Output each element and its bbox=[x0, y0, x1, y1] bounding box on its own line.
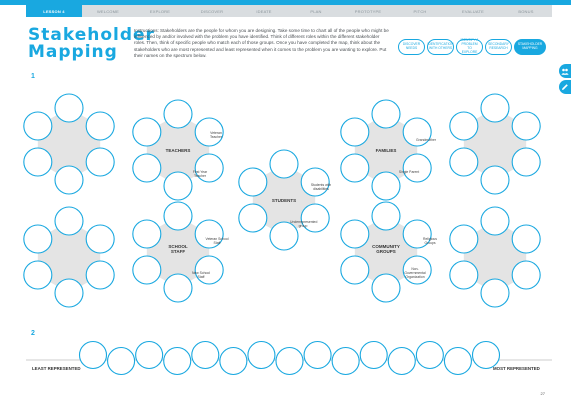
stakeholder-circle[interactable] bbox=[238, 203, 268, 233]
sub-label-grandmother: Grandmother bbox=[416, 138, 436, 142]
sub-label-religious-groups: Religious Groups bbox=[423, 237, 437, 245]
cluster-blank-bottom-right bbox=[449, 206, 541, 308]
cluster-label-families: FAMILIES bbox=[375, 148, 397, 153]
stakeholder-circle[interactable] bbox=[511, 260, 541, 290]
stakeholder-circle[interactable] bbox=[480, 278, 510, 308]
stakeholder-circle[interactable] bbox=[163, 99, 193, 129]
page-number: 27 bbox=[540, 391, 545, 396]
stakeholder-circle[interactable] bbox=[54, 165, 84, 195]
stakeholder-circle[interactable] bbox=[163, 273, 193, 303]
stakeholder-circle[interactable] bbox=[85, 224, 115, 254]
stakeholder-circle[interactable] bbox=[85, 260, 115, 290]
sub-label-veteran-school-staff: Veteran School Staff bbox=[205, 237, 229, 245]
stakeholder-circle[interactable] bbox=[402, 153, 432, 183]
stakeholder-circle[interactable] bbox=[300, 167, 330, 197]
stakeholder-circle[interactable] bbox=[23, 147, 53, 177]
spectrum-circle[interactable] bbox=[387, 346, 416, 376]
stakeholder-circle[interactable] bbox=[511, 147, 541, 177]
stakeholder-circle[interactable] bbox=[54, 93, 84, 123]
spectrum-circle[interactable] bbox=[191, 340, 220, 370]
stakeholder-circle[interactable] bbox=[85, 111, 115, 141]
stakeholder-circle[interactable] bbox=[511, 111, 541, 141]
stakeholder-circle[interactable] bbox=[449, 224, 479, 254]
spectrum-circle[interactable] bbox=[443, 346, 472, 376]
stakeholder-circle[interactable] bbox=[54, 206, 84, 236]
stakeholder-circle[interactable] bbox=[132, 255, 162, 285]
stakeholder-circle[interactable] bbox=[269, 149, 299, 179]
sub-label-students-with-disabilities: Students with disabilities bbox=[310, 183, 332, 191]
cluster-label-students: STUDENTS bbox=[271, 198, 297, 203]
cluster-blank-top-right bbox=[449, 93, 541, 195]
stakeholder-circle[interactable] bbox=[194, 255, 224, 285]
stakeholder-circle[interactable] bbox=[132, 117, 162, 147]
sub-label-veteran-teacher: Veteran Teacher bbox=[209, 131, 223, 139]
most-represented-label: MOST REPRESENTED bbox=[493, 366, 540, 371]
least-represented-label: LEAST REPRESENTED bbox=[32, 366, 81, 371]
spectrum-circle[interactable] bbox=[359, 340, 388, 370]
sub-label-new-school-staff: New School Staff bbox=[191, 271, 211, 279]
stakeholder-circle[interactable] bbox=[23, 111, 53, 141]
stakeholder-circle[interactable] bbox=[371, 273, 401, 303]
spectrum-circle[interactable] bbox=[247, 340, 276, 370]
spectrum-layer bbox=[26, 340, 552, 376]
stakeholder-circle[interactable] bbox=[340, 255, 370, 285]
cluster-label-teachers: TEACHERS bbox=[165, 148, 191, 153]
cluster-label-community-groups: COMMUNITY GROUPS bbox=[361, 244, 411, 254]
stakeholder-circle[interactable] bbox=[23, 260, 53, 290]
sub-label-underrepresented-group: Underrepresented group bbox=[290, 220, 318, 228]
stakeholder-circle[interactable] bbox=[132, 219, 162, 249]
stakeholder-circle[interactable] bbox=[480, 165, 510, 195]
spectrum-circle[interactable] bbox=[303, 340, 332, 370]
community-line-2: GROUPS bbox=[376, 249, 396, 254]
stakeholder-circle[interactable] bbox=[23, 224, 53, 254]
stakeholder-circle[interactable] bbox=[163, 201, 193, 231]
spectrum-circle[interactable] bbox=[78, 340, 108, 370]
school-staff-line-2: STAFF bbox=[170, 249, 186, 254]
spectrum-circle[interactable] bbox=[163, 346, 192, 376]
stakeholder-circle[interactable] bbox=[238, 167, 268, 197]
stakeholder-circle[interactable] bbox=[449, 147, 479, 177]
spectrum-circle[interactable] bbox=[135, 340, 164, 370]
stakeholder-circle[interactable] bbox=[480, 93, 510, 123]
stakeholder-circle[interactable] bbox=[340, 117, 370, 147]
stakeholder-circle[interactable] bbox=[371, 201, 401, 231]
sub-label-single-parent: Single Parent bbox=[398, 170, 420, 174]
stakeholder-circle[interactable] bbox=[371, 171, 401, 201]
cluster-label-school-staff: SCHOOL STAFF bbox=[158, 244, 198, 254]
spectrum-circle[interactable] bbox=[415, 340, 444, 370]
stakeholder-circle[interactable] bbox=[340, 153, 370, 183]
stakeholder-circle[interactable] bbox=[132, 153, 162, 183]
stakeholder-circle[interactable] bbox=[85, 147, 115, 177]
stakeholder-circle[interactable] bbox=[54, 278, 84, 308]
stakeholder-circle[interactable] bbox=[449, 260, 479, 290]
spectrum-circle[interactable] bbox=[219, 346, 248, 376]
spectrum-circle[interactable] bbox=[107, 346, 136, 376]
sub-label-first-year-teacher: First Year Teacher bbox=[192, 170, 208, 178]
spectrum-circle[interactable] bbox=[331, 346, 360, 376]
spectrum-circle[interactable] bbox=[471, 340, 501, 370]
cluster-blank-bottom-left bbox=[23, 206, 115, 308]
cluster-blank-top-left bbox=[23, 93, 115, 195]
stakeholder-circle[interactable] bbox=[371, 99, 401, 129]
spectrum-circle[interactable] bbox=[275, 346, 304, 376]
sub-label-ngo: Non-Governmental Organization bbox=[404, 267, 426, 279]
stakeholder-circle[interactable] bbox=[480, 206, 510, 236]
stakeholder-circle[interactable] bbox=[449, 111, 479, 141]
stakeholder-circle[interactable] bbox=[511, 224, 541, 254]
